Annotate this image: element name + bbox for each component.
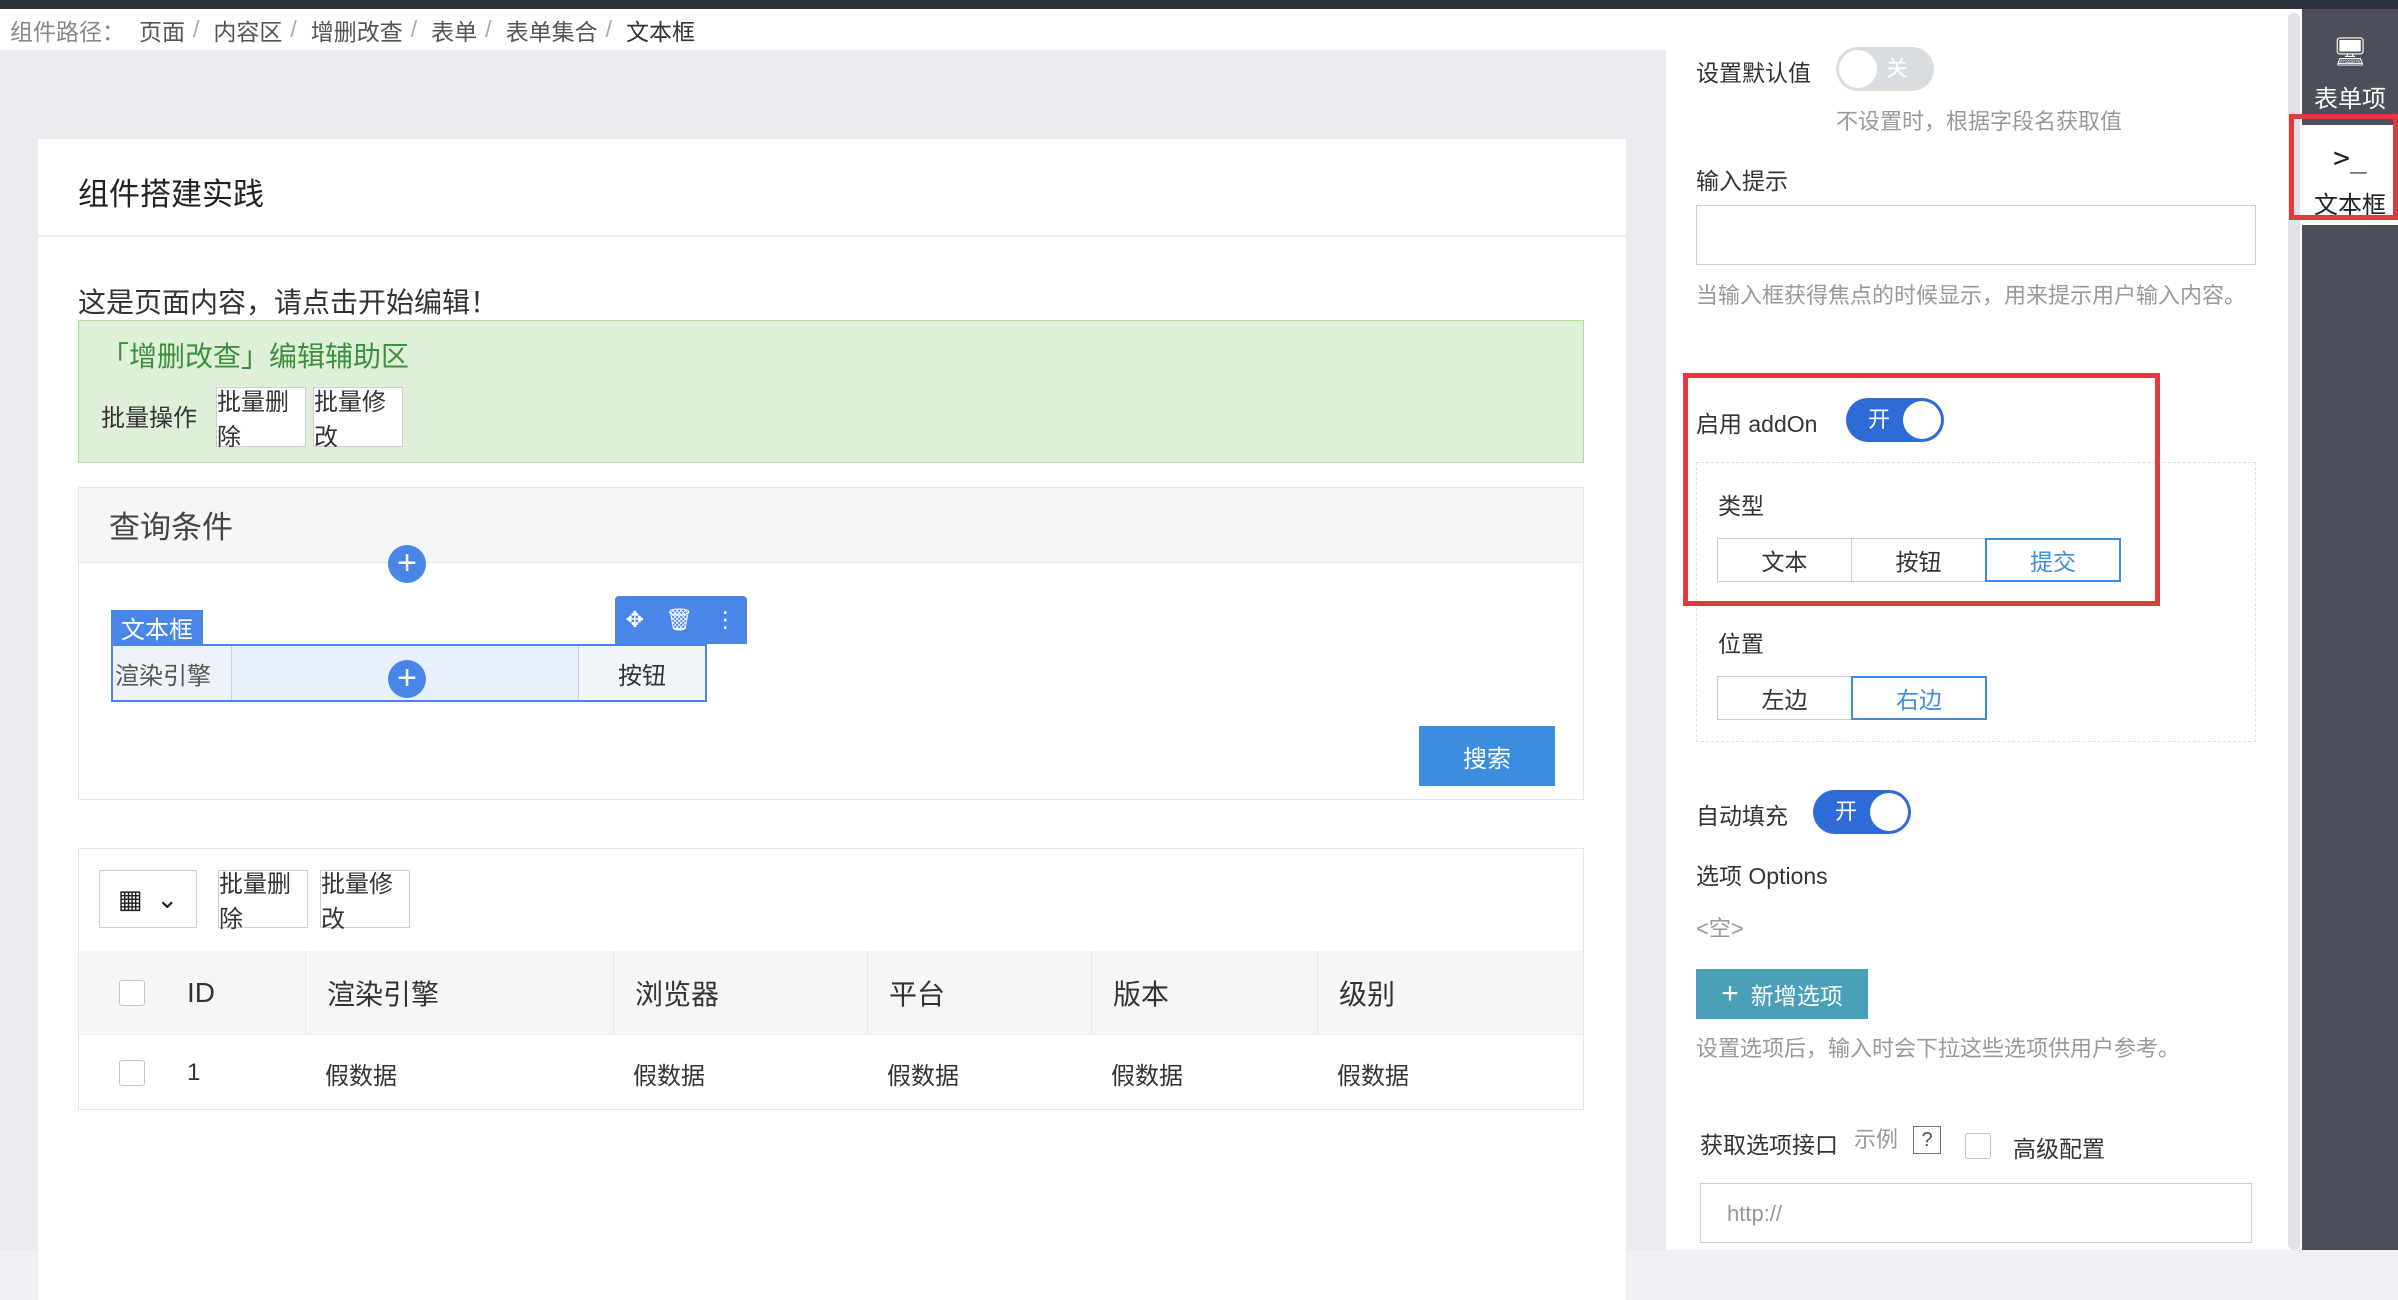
search-button[interactable]: 搜索 bbox=[1419, 726, 1555, 786]
add-above-icon[interactable]: + bbox=[388, 545, 426, 583]
position-option-left[interactable]: 左边 bbox=[1717, 676, 1852, 720]
page-card: 组件搭建实践 这是页面内容，请点击开始编辑！ 「增删改查」编辑辅助区 批量操作 … bbox=[38, 139, 1626, 1300]
page-intro[interactable]: 这是页面内容，请点击开始编辑！ bbox=[78, 281, 498, 321]
default-value-switch[interactable]: 关 bbox=[1836, 47, 1934, 91]
plus-icon: + bbox=[1721, 977, 1739, 1010]
batch-edit-button[interactable]: 批量修改 bbox=[313, 387, 403, 451]
monitor-icon: 🖥 bbox=[2332, 36, 2368, 67]
column-header[interactable]: 级别 bbox=[1339, 951, 1395, 1034]
autofill-switch[interactable]: 开 bbox=[1813, 790, 1911, 834]
breadcrumb-label: 组件路径： bbox=[10, 18, 125, 45]
field-label: 渲染引擎 bbox=[113, 646, 232, 700]
column-header[interactable]: ID bbox=[187, 951, 215, 1034]
options-api-example[interactable]: 示例 bbox=[1854, 1122, 1898, 1157]
query-panel: 查询条件 文本框 ✥ 🗑 ⋮ + 渲染引擎 按钮 + 搜索 bbox=[78, 487, 1584, 800]
breadcrumb-item[interactable]: 内容区 bbox=[213, 13, 282, 47]
move-icon[interactable]: ✥ bbox=[626, 607, 644, 633]
options-api-input[interactable]: http:// bbox=[1700, 1183, 2252, 1243]
table-cell: 1 bbox=[187, 1059, 201, 1086]
batch-delete-button[interactable]: 批量删除 bbox=[216, 387, 306, 451]
breadcrumb: 组件路径： 页面 / 内容区 / 增删改查 / 表单 / 表单集合 / 文本框 bbox=[0, 9, 1666, 50]
advanced-config-checkbox[interactable] bbox=[1965, 1133, 1991, 1159]
select-all-checkbox[interactable] bbox=[119, 980, 145, 1006]
options-label: 选项 Options bbox=[1696, 863, 1828, 889]
table-cell: 假数据 bbox=[1111, 1062, 1183, 1090]
row-checkbox[interactable] bbox=[119, 1060, 145, 1086]
more-icon[interactable]: ⋮ bbox=[714, 607, 736, 633]
default-value-label: 设置默认值 bbox=[1696, 60, 1811, 86]
column-header[interactable]: 平台 bbox=[889, 951, 945, 1034]
table-batch-edit-button[interactable]: 批量修改 bbox=[320, 870, 410, 933]
assist-title: 「增删改查」编辑辅助区 bbox=[101, 341, 410, 372]
default-value-hint: 不设置时，根据字段名获取值 bbox=[1836, 109, 2123, 134]
table-cell: 假数据 bbox=[1337, 1062, 1409, 1090]
rail-item-form-item[interactable]: 🖥 表单项 bbox=[2302, 19, 2398, 119]
position-option-right[interactable]: 右边 bbox=[1851, 676, 1987, 720]
page-title: 组件搭建实践 bbox=[78, 177, 264, 212]
options-empty: <空> bbox=[1696, 916, 1744, 941]
highlight-box-addon bbox=[1683, 373, 2160, 606]
table-header: ID 渲染引擎 浏览器 平台 版本 级别 bbox=[79, 951, 1583, 1034]
breadcrumb-item[interactable]: 表单 bbox=[431, 13, 477, 47]
placeholder-hint: 当输入框获得焦点的时候显示，用来提示用户输入内容。 bbox=[1696, 283, 2247, 308]
highlight-box-rail bbox=[2289, 114, 2398, 220]
crud-assist-area: 「增删改查」编辑辅助区 批量操作 批量删除 批量修改 bbox=[78, 320, 1584, 463]
autofill-label: 自动填充 bbox=[1696, 803, 1788, 829]
placeholder-input[interactable] bbox=[1696, 205, 2256, 265]
component-toolbox: ✥ 🗑 ⋮ bbox=[615, 596, 747, 644]
field-addon-button[interactable]: 按钮 bbox=[579, 646, 705, 700]
chevron-down-icon: ⌄ bbox=[156, 883, 179, 914]
column-header[interactable]: 浏览器 bbox=[635, 951, 719, 1034]
component-tag: 文本框 bbox=[111, 610, 203, 644]
crud-table: ▦ ⌄ 批量删除 批量修改 ID 渲染引擎 浏览器 平台 版本 级别 1 假数据… bbox=[78, 848, 1584, 1110]
breadcrumb-item[interactable]: 页面 bbox=[139, 13, 185, 47]
addon-position-selector: 左边 右边 bbox=[1717, 676, 1987, 720]
add-option-button[interactable]: + 新增选项 bbox=[1696, 969, 1868, 1019]
columns-toggle-button[interactable]: ▦ ⌄ bbox=[99, 870, 197, 928]
table-cell: 假数据 bbox=[887, 1062, 959, 1090]
query-title: 查询条件 bbox=[109, 510, 233, 545]
table-row[interactable]: 1 假数据 假数据 假数据 假数据 假数据 bbox=[79, 1034, 1583, 1111]
breadcrumb-item[interactable]: 增删改查 bbox=[311, 13, 403, 47]
options-hint: 设置选项后，输入时会下拉这些选项供用户参考。 bbox=[1696, 1036, 2181, 1061]
column-header[interactable]: 版本 bbox=[1113, 951, 1169, 1034]
table-cell: 假数据 bbox=[633, 1062, 705, 1090]
options-api-label: 获取选项接口 bbox=[1700, 1132, 1838, 1158]
batch-ops-label: 批量操作 bbox=[101, 405, 197, 432]
title-divider bbox=[38, 235, 1626, 237]
advanced-config-label: 高级配置 bbox=[2013, 1136, 2105, 1162]
add-below-icon[interactable]: + bbox=[388, 660, 426, 698]
trash-icon[interactable]: 🗑 bbox=[665, 607, 693, 633]
table-batch-delete-button[interactable]: 批量删除 bbox=[218, 870, 308, 933]
table-cell: 假数据 bbox=[325, 1062, 397, 1090]
top-bar bbox=[0, 0, 2398, 9]
column-header[interactable]: 渲染引擎 bbox=[327, 951, 439, 1034]
options-api-placeholder: http:// bbox=[1727, 1201, 1783, 1226]
editor-canvas: 组件搭建实践 这是页面内容，请点击开始编辑！ 「增删改查」编辑辅助区 批量操作 … bbox=[0, 50, 1666, 1300]
query-header bbox=[79, 488, 1583, 563]
help-icon[interactable]: ? bbox=[1913, 1126, 1941, 1154]
breadcrumb-item[interactable]: 表单集合 bbox=[506, 13, 598, 47]
placeholder-label: 输入提示 bbox=[1696, 168, 1788, 194]
addon-position-label: 位置 bbox=[1718, 631, 1764, 657]
breadcrumb-current: 文本框 bbox=[625, 18, 695, 45]
grid-icon: ▦ bbox=[117, 883, 143, 914]
add-option-label: 新增选项 bbox=[1750, 983, 1843, 1009]
